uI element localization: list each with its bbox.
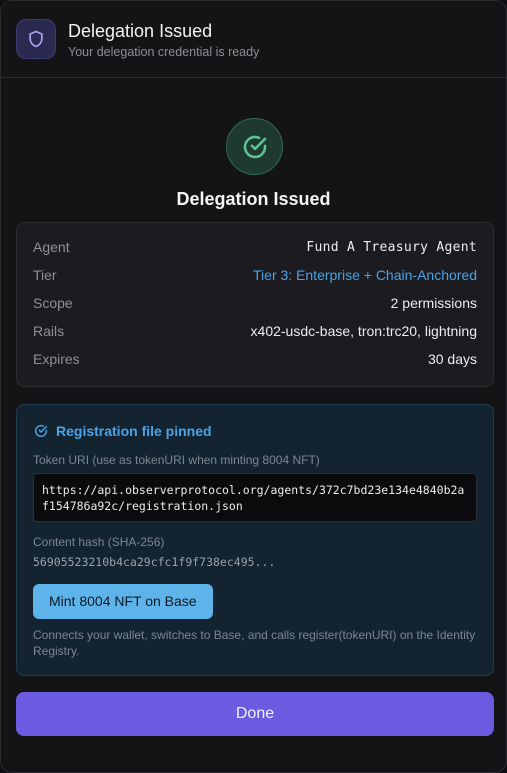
- detail-row-rails: Rails x402-usdc-base, tron:trc20, lightn…: [33, 317, 477, 345]
- detail-row-agent: Agent Fund A Treasury Agent: [33, 233, 477, 261]
- detail-label: Scope: [33, 295, 73, 311]
- detail-row-scope: Scope 2 permissions: [33, 289, 477, 317]
- detail-row-expires: Expires 30 days: [33, 345, 477, 373]
- delegation-modal: Delegation Issued Your delegation creden…: [0, 0, 507, 773]
- registration-card: Registration file pinned Token URI (use …: [16, 404, 494, 676]
- detail-value-agent: Fund A Treasury Agent: [306, 239, 477, 255]
- token-uri-field[interactable]: https://api.observerprotocol.org/agents/…: [33, 473, 477, 522]
- registration-title: Registration file pinned: [56, 423, 212, 439]
- detail-value-scope: 2 permissions: [390, 295, 477, 311]
- token-uri-label: Token URI (use as tokenURI when minting …: [33, 453, 320, 467]
- check-circle-icon: [226, 118, 283, 175]
- done-button[interactable]: Done: [16, 692, 494, 736]
- detail-value-expires: 30 days: [427, 351, 477, 367]
- detail-row-tier: Tier Tier 3: Enterprise + Chain-Anchored: [33, 261, 477, 289]
- modal-subtitle: Your delegation credential is ready: [68, 44, 260, 59]
- detail-label: Agent: [33, 239, 70, 255]
- detail-label: Expires: [33, 351, 80, 367]
- detail-value-rails: x402-usdc-base, tron:trc20, lightning: [250, 323, 477, 339]
- modal-header: Delegation Issued Your delegation creden…: [1, 1, 506, 78]
- detail-value-tier[interactable]: Tier 3: Enterprise + Chain-Anchored: [253, 267, 477, 283]
- mint-note: Connects your wallet, switches to Base, …: [33, 628, 476, 658]
- success-title: Delegation Issued: [176, 189, 331, 209]
- content-hash-value: 56905523210b4ca29cfc1f9f738ec495...: [33, 555, 276, 569]
- modal-title: Delegation Issued: [68, 20, 213, 41]
- delegation-details-card: Agent Fund A Treasury Agent Tier Tier 3:…: [16, 222, 494, 387]
- content-hash-label: Content hash (SHA-256): [33, 535, 165, 549]
- check-circle-icon: [34, 424, 48, 438]
- registration-header: Registration file pinned: [33, 423, 477, 439]
- shield-icon: [16, 19, 56, 59]
- detail-label: Tier: [33, 267, 57, 283]
- mint-nft-button[interactable]: Mint 8004 NFT on Base: [33, 584, 213, 619]
- detail-label: Rails: [33, 323, 65, 339]
